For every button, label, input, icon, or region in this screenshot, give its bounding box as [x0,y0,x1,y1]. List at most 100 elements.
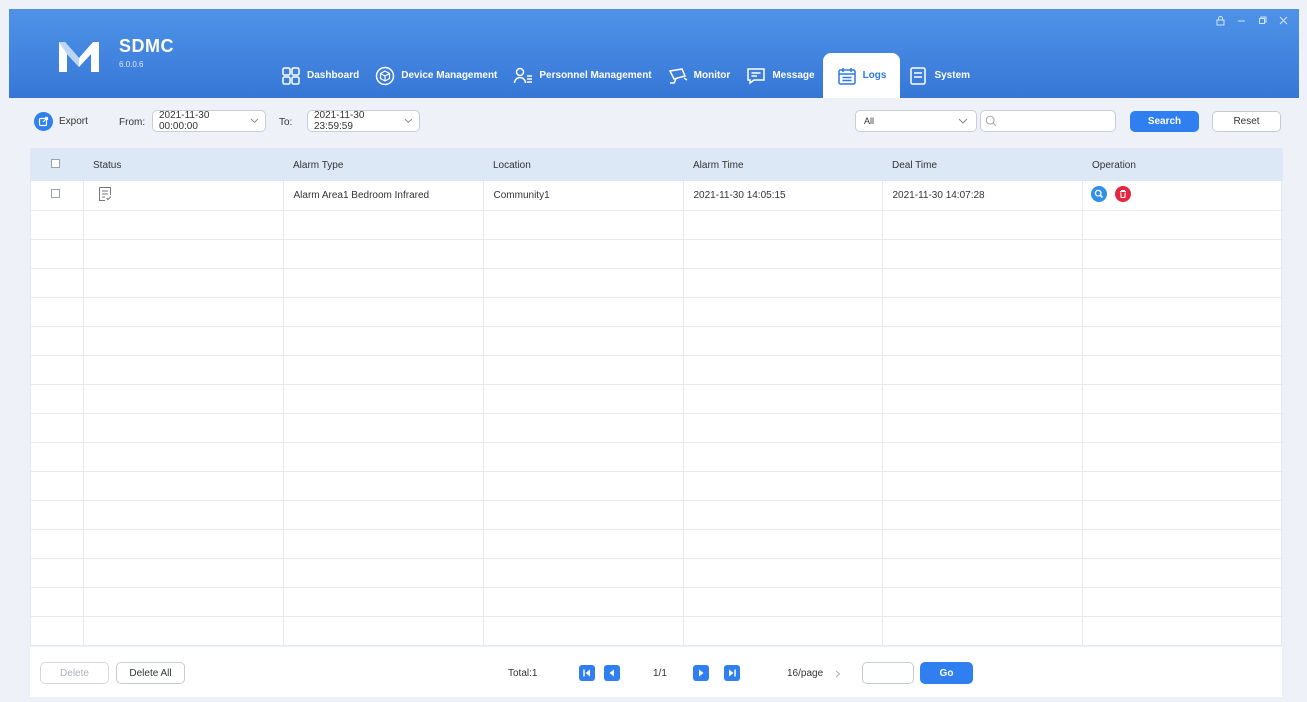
empty-cell [31,384,84,414]
search-box [980,110,1116,132]
empty-cell [31,442,84,472]
empty-cell [283,471,484,501]
system-doc-icon [910,66,927,85]
first-page-icon [583,669,590,677]
to-label: To: [279,117,293,128]
empty-cell [483,558,684,588]
table-row-empty [31,413,1283,443]
empty-cell [31,413,84,443]
empty-cell [882,587,1083,617]
go-button[interactable]: Go [920,662,973,684]
nav-logs[interactable]: Logs [822,53,901,98]
restore-icon[interactable] [1257,15,1268,29]
sdmc-logo [59,42,99,72]
empty-cell [83,616,284,646]
nav-monitor[interactable]: Monitor [660,53,739,98]
empty-cell [882,355,1083,385]
personnel-icon [514,67,533,83]
reset-button[interactable]: Reset [1212,111,1281,132]
first-page-button[interactable] [579,665,595,681]
column-status: Status [83,149,283,181]
empty-cell [483,239,684,269]
select-all-cell [31,149,83,181]
dashboard-grid-icon [282,66,300,85]
empty-cell [283,442,484,472]
empty-cell [283,413,484,443]
empty-cell [882,558,1083,588]
prev-page-icon [609,669,614,677]
empty-cell [483,326,684,356]
delete-button[interactable]: Delete [40,662,109,684]
table-row-empty [31,587,1283,617]
empty-cell [283,384,484,414]
from-label: From: [119,117,146,128]
nav-dashboard[interactable]: Dashboard [273,53,367,98]
nav-device-management-label: Device Management [401,70,498,81]
column-alarm-time: Alarm Time [683,149,882,181]
table-row-empty [31,500,1283,530]
nav-personnel-management[interactable]: Personnel Management [505,53,659,98]
empty-cell [483,268,684,298]
column-alarm-type: Alarm Type [283,149,483,181]
page-size-select[interactable]: 16/page [787,668,841,679]
last-page-icon [729,669,736,677]
empty-cell [1082,413,1283,443]
empty-cell [83,268,284,298]
table-row-empty [31,384,1283,414]
from-datetime-value: 2021-11-30 00:00:00 [159,110,210,132]
search-input[interactable] [1001,115,1111,127]
next-page-button[interactable] [693,665,709,681]
view-icon[interactable] [1090,185,1107,205]
empty-cell [83,529,284,559]
delete-all-button[interactable]: Delete All [116,662,185,684]
nav-device-management[interactable]: Device Management [367,53,505,98]
empty-cell [683,529,883,559]
table-footer: Delete Delete All Total:1 1/1 16/page Go [30,647,1282,697]
table-row-empty [31,239,1283,269]
operation-cell [1082,181,1283,211]
minimize-icon[interactable] [1236,15,1247,29]
app-version: 6.0.0.6 [119,60,144,69]
empty-cell [31,616,84,646]
filter-select-value: All [864,116,875,126]
table-row-empty [31,558,1283,588]
prev-page-button[interactable] [604,665,620,681]
empty-cell [882,529,1083,559]
filter-select[interactable]: All [855,110,977,132]
select-all-checkbox[interactable] [51,159,60,168]
goto-page-input[interactable] [862,662,914,684]
nav-system[interactable]: System [900,53,978,98]
table-row[interactable]: Alarm Area1 Bedroom Infrared Community1 … [31,181,1283,211]
table-row-empty [31,616,1283,646]
row-checkbox[interactable] [51,189,60,199]
empty-cell [283,355,484,385]
empty-cell [83,239,284,269]
empty-cell [83,413,284,443]
empty-cell [283,268,484,298]
empty-cell [882,384,1083,414]
empty-cell [1082,529,1283,559]
delete-icon[interactable] [1115,185,1132,205]
table-row-empty [31,210,1283,240]
empty-cell [83,297,284,327]
close-icon[interactable] [1278,15,1289,29]
last-page-button[interactable] [724,665,740,681]
empty-cell [83,558,284,588]
to-datetime-picker[interactable]: 2021-11-30 23:59:59 [307,110,420,132]
export-label: Export [59,116,88,127]
export-button[interactable]: Export [34,112,88,131]
empty-cell [31,500,84,530]
empty-cell [483,413,684,443]
column-operation: Operation [1082,149,1283,181]
search-button[interactable]: Search [1130,111,1199,132]
empty-cell [683,268,883,298]
empty-cell [283,326,484,356]
empty-cell [882,500,1083,530]
lock-icon[interactable] [1215,15,1226,29]
column-location: Location [483,149,683,181]
main-nav: Dashboard Device Management Personnel Ma… [273,53,978,98]
from-datetime-picker[interactable]: 2021-11-30 00:00:00 [152,110,266,132]
empty-cell [1082,442,1283,472]
empty-cell [683,616,883,646]
nav-message[interactable]: Message [738,53,822,98]
